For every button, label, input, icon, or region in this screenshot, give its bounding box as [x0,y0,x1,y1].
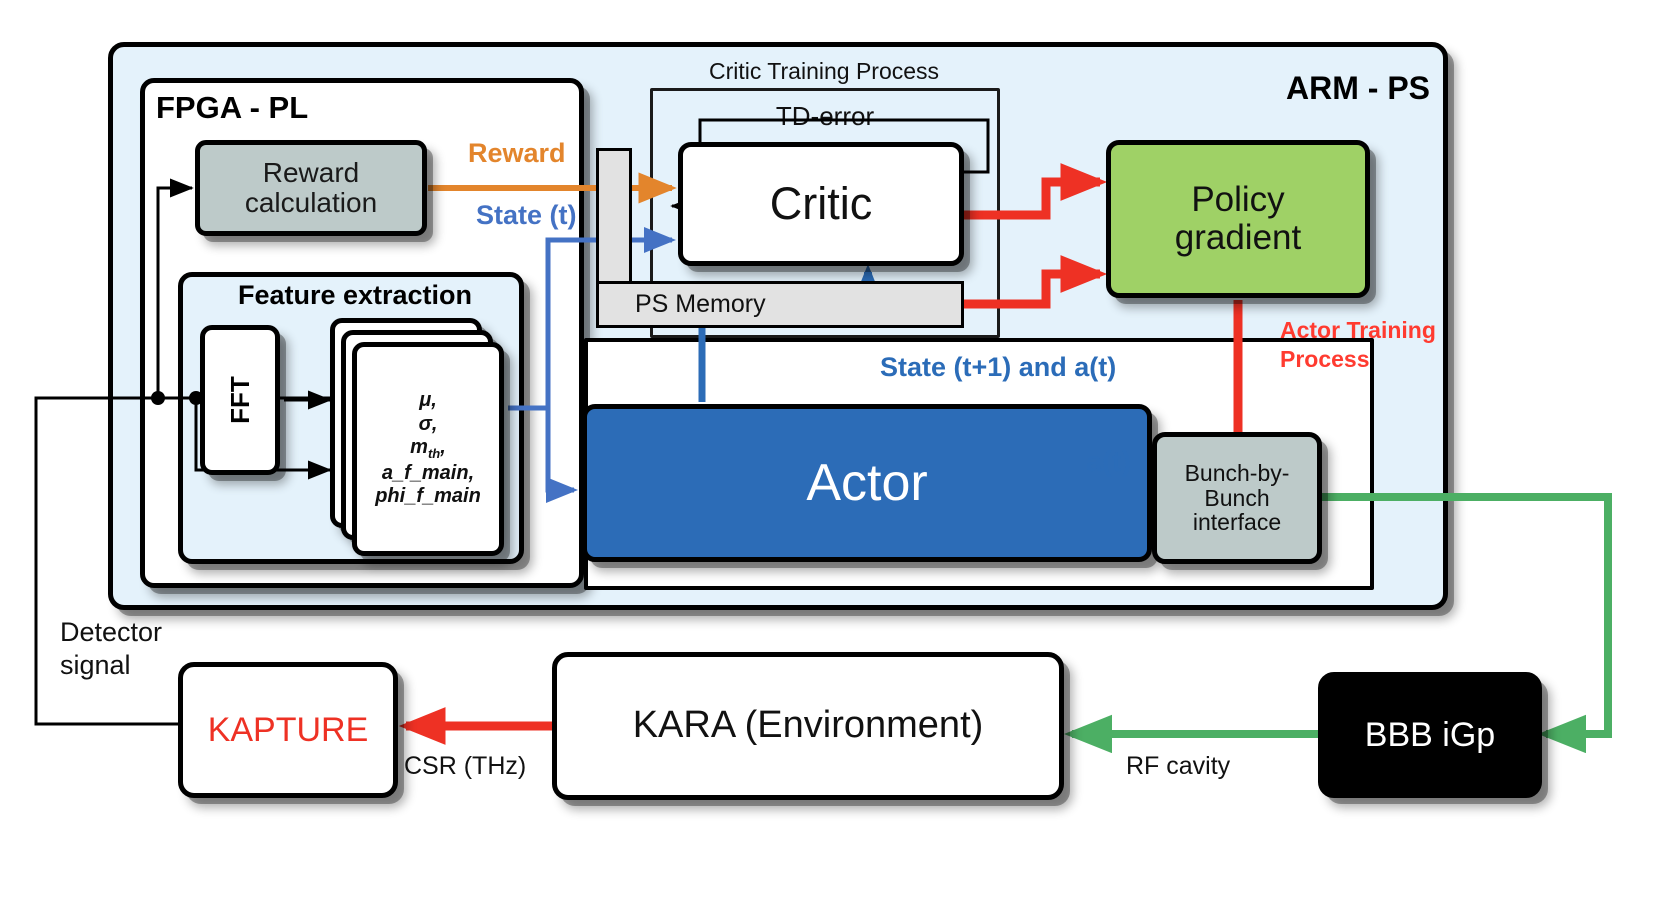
reward-calculation-line2: calculation [244,187,378,218]
fft-label: FFT [224,376,255,424]
bbb-igp-label: BBB iGp [1364,715,1496,754]
feature-m-th: mth, [410,436,446,462]
block-critic[interactable]: Critic [678,142,964,266]
edge-label-rf-cavity: RF cavity [1126,752,1231,780]
critic-training-process-label: Critic Training Process [708,57,940,84]
feature-a-f-main: a_f_main, [381,461,475,484]
edge-label-reward: Reward [468,138,566,168]
ps-memory-label: PS Memory [635,290,766,318]
td-error-label: TD-error [775,100,875,131]
feature-card-text: μ, σ, mth, a_f_main, phi_f_main [352,342,504,556]
block-kapture[interactable]: KAPTURE [178,662,398,798]
edge-label-action-t: a(t) [1086,446,1132,478]
actor-label: Actor [806,453,928,512]
critic-label: Critic [769,177,873,229]
feature-mu: μ, [419,389,437,412]
feature-phi-f-main: phi_f_main [375,485,481,508]
feature-sigma: σ, [418,412,438,435]
block-actor[interactable]: Actor [582,404,1152,562]
feature-extraction-label: Feature extraction [237,280,473,311]
block-bunch-by-bunch-interface[interactable]: Bunch-by- Bunch interface [1152,432,1322,564]
fpga-pl-label: FPGA - PL [156,90,309,126]
diagram-canvas: ARM - PS FPGA - PL Feature extraction Cr… [0,0,1666,908]
block-bbb-igp[interactable]: BBB iGp [1318,672,1542,798]
block-fft[interactable]: FFT [200,325,280,475]
policy-gradient-line1: Policy [1191,180,1285,220]
kapture-label: KAPTURE [207,710,369,749]
edge-label-actor-training-process: Actor Training Process [1280,317,1436,373]
block-policy-gradient[interactable]: Policy gradient [1106,140,1370,298]
edge-label-state-t1-and-at: State (t+1) and a(t) [880,352,1117,382]
bbb-interface-line1: Bunch-by- [1184,459,1290,486]
edge-label-csr-thz: CSR (THz) [404,752,527,780]
edge-label-state-t: State (t) [476,200,577,230]
block-reward-calculation[interactable]: Reward calculation [195,140,427,236]
policy-gradient-line2: gradient [1174,218,1302,257]
bbb-interface-line2: Bunch [1204,484,1270,511]
block-ps-memory[interactable]: PS Memory [596,281,964,328]
block-kara-environment[interactable]: KARA (Environment) [552,652,1064,800]
edge-label-detector-signal: Detector signal [60,617,163,680]
bbb-interface-line3: interface [1192,509,1282,536]
arm-ps-label: ARM - PS [1286,69,1430,106]
kara-label: KARA (Environment) [632,704,984,747]
reward-calculation-line1: Reward [262,156,360,188]
